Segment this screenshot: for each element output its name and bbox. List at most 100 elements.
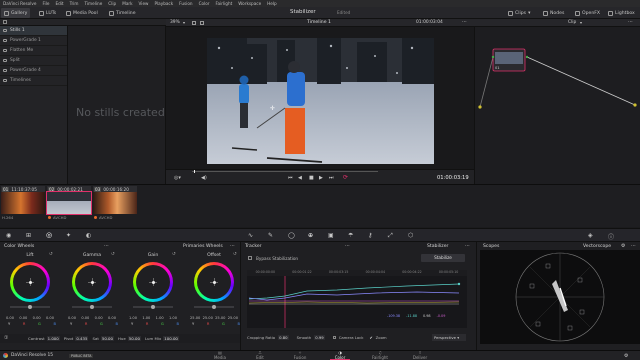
album-flatten-me[interactable]: Flatten Me (0, 46, 67, 56)
wheel-value[interactable]: 0.00 (68, 316, 76, 320)
master-wheel-slider[interactable] (10, 305, 50, 309)
node-mode-select[interactable]: Clip (568, 20, 576, 25)
menu-item-timeline[interactable]: Timeline (84, 1, 102, 6)
lightbox-button[interactable]: Lightbox (605, 8, 638, 18)
tracker-icon[interactable]: ⊕ (308, 232, 313, 239)
menu-item-playback[interactable]: Playback (154, 1, 173, 6)
timeline-name[interactable]: Timeline 1 (307, 20, 331, 25)
sat-param[interactable]: Sat 50.00 (92, 336, 114, 341)
window-icon[interactable]: ◯ (288, 232, 295, 239)
lum-mix-param[interactable]: Lum Mix 100.00 (145, 336, 179, 341)
more-options-icon[interactable]: ⋯ (345, 243, 350, 249)
volume-icon[interactable]: ◀) (201, 175, 207, 181)
menu-item-help[interactable]: Help (267, 1, 277, 6)
loop-icon[interactable]: ⟳ (343, 174, 348, 181)
reset-icon[interactable]: ↺ (49, 252, 53, 257)
more-options-icon[interactable]: ⋯ (230, 243, 235, 249)
wheel-value[interactable]: 25.00 (228, 316, 238, 320)
more-options-icon[interactable]: ⋯ (631, 243, 636, 249)
blur-icon[interactable]: ☂ (348, 232, 353, 239)
zoom-check-icon[interactable]: ✔ (369, 335, 372, 340)
viewer-options-icon[interactable]: ◎▾ (174, 175, 181, 181)
slider-thumb[interactable] (28, 305, 32, 309)
wheel-value[interactable]: 25.00 (190, 316, 200, 320)
color-wheels-icon[interactable]: ◎ (46, 231, 52, 239)
scope-type-select[interactable]: Vectorscope (583, 244, 611, 249)
page-tab-fairlight[interactable]: ♫ Fairlight (360, 350, 400, 360)
album-stills-1[interactable]: Stills 1 (0, 26, 67, 36)
3d-icon[interactable]: ⬡ (408, 232, 413, 239)
openfx-button[interactable]: OpenFX (572, 8, 603, 18)
more-options-icon[interactable]: ⋯ (465, 243, 470, 249)
reset-icon[interactable]: ↺ (172, 252, 176, 257)
chevron-down-icon[interactable]: ▾ (580, 20, 582, 25)
slider-thumb[interactable] (90, 305, 94, 309)
info-icon[interactable]: ⓘ (608, 232, 614, 241)
media-pool-button[interactable]: Media Pool (63, 8, 101, 18)
menu-item-file[interactable]: File (42, 1, 49, 6)
menu-item-workspace[interactable]: Workspace (238, 1, 261, 6)
clip-thumbnail[interactable]: 02 00:00:02:21 AVCHD (46, 186, 92, 221)
perspective-select[interactable]: Perspective ▾ (432, 334, 466, 341)
sizing-icon[interactable]: ⤢ (388, 232, 393, 240)
menu-item-fairlight[interactable]: Fairlight (216, 1, 233, 6)
rgb-mixer-icon[interactable]: ✦ (66, 232, 71, 239)
page-tab-fusion[interactable]: ✧ Fusion (280, 350, 320, 360)
wheel-value[interactable]: 0.00 (33, 316, 41, 320)
page-tab-color[interactable]: ◑ Color (320, 350, 360, 360)
master-wheel-slider[interactable] (194, 305, 234, 309)
curves-icon[interactable]: ∿ (248, 232, 253, 239)
menu-item-edit[interactable]: Edit (55, 1, 63, 6)
wheel-handle[interactable] (90, 280, 94, 284)
qualifier-icon[interactable]: ✎ (268, 232, 273, 239)
wheel-value[interactable]: 1.00 (129, 316, 137, 320)
wheel-value[interactable]: 0.00 (108, 316, 116, 320)
first-frame-icon[interactable]: ⏮ (288, 175, 293, 181)
reset-icon[interactable]: ↺ (233, 252, 237, 257)
hue-param[interactable]: Hue 50.00 (118, 336, 141, 341)
viewer-mode-icon[interactable] (192, 20, 196, 25)
menu-item-clip[interactable]: Clip (108, 1, 116, 6)
clip-thumbnail[interactable]: 03 00:00:16:20 AVCHD (93, 186, 137, 221)
luts-button[interactable]: LUTs (36, 8, 59, 18)
play-icon[interactable]: ▶ (319, 175, 323, 181)
album-powergrade-4[interactable]: PowerGrade 4 (0, 66, 67, 76)
album-timelines[interactable]: Timelines (0, 76, 67, 86)
more-options-icon[interactable]: ⋯ (628, 19, 633, 25)
wheel-value[interactable]: 1.00 (156, 316, 164, 320)
playhead[interactable] (194, 170, 195, 173)
more-options-icon[interactable]: ⋯ (104, 243, 109, 249)
tracker-graph[interactable]: 00:00:00:00 00:00:01:22 00:00:03:15 00:0… (247, 270, 467, 328)
camera-raw-icon[interactable]: ◉ (6, 232, 11, 239)
wheel-value[interactable]: 0.00 (46, 316, 54, 320)
clips-button[interactable]: Clips ▾ (505, 8, 533, 18)
gallery-stills-area[interactable] (68, 26, 166, 184)
cropping-value[interactable]: 0.80 (278, 335, 289, 340)
reset-icon[interactable]: ↺ (111, 252, 115, 257)
menu-item-view[interactable]: View (139, 1, 149, 6)
settings-gear-icon[interactable]: ⚙ (624, 353, 628, 359)
stabilize-button[interactable]: Stabilize (421, 254, 465, 262)
scope-settings-icon[interactable]: ⚙ (621, 243, 625, 249)
play-reverse-icon[interactable]: ◀ (298, 175, 302, 181)
page-tab-edit[interactable]: ⎍ Edit (240, 350, 280, 360)
wheel-value[interactable]: 1.00 (142, 316, 150, 320)
wheel-value[interactable]: 0.00 (6, 316, 14, 320)
menu-item-mark[interactable]: Mark (122, 1, 132, 6)
last-frame-icon[interactable]: ⏭ (329, 175, 334, 181)
more-options-icon[interactable]: ⋯ (462, 19, 467, 25)
wheels-mode-select[interactable]: Primaries Wheels (183, 244, 223, 249)
menu-item-fusion[interactable]: Fusion (179, 1, 192, 6)
color-match-icon[interactable]: ⊞ (26, 232, 31, 239)
motion-effects-icon[interactable]: ◐ (86, 232, 91, 239)
wheel-value[interactable]: 25.00 (203, 316, 213, 320)
camera-lock-checkbox[interactable] (332, 336, 336, 339)
wheel-handle[interactable] (28, 280, 32, 284)
scopes-toggle-icon[interactable]: ◈ (588, 232, 593, 239)
timeline-button[interactable]: Timeline (106, 8, 139, 18)
menu-item-app[interactable]: DaVinci Resolve (3, 1, 36, 6)
wheel-value[interactable]: 1.00 (169, 316, 177, 320)
node-editor[interactable]: 01 (474, 19, 640, 184)
menu-item-trim[interactable]: Trim (70, 1, 79, 6)
stop-icon[interactable]: ■ (309, 175, 314, 181)
